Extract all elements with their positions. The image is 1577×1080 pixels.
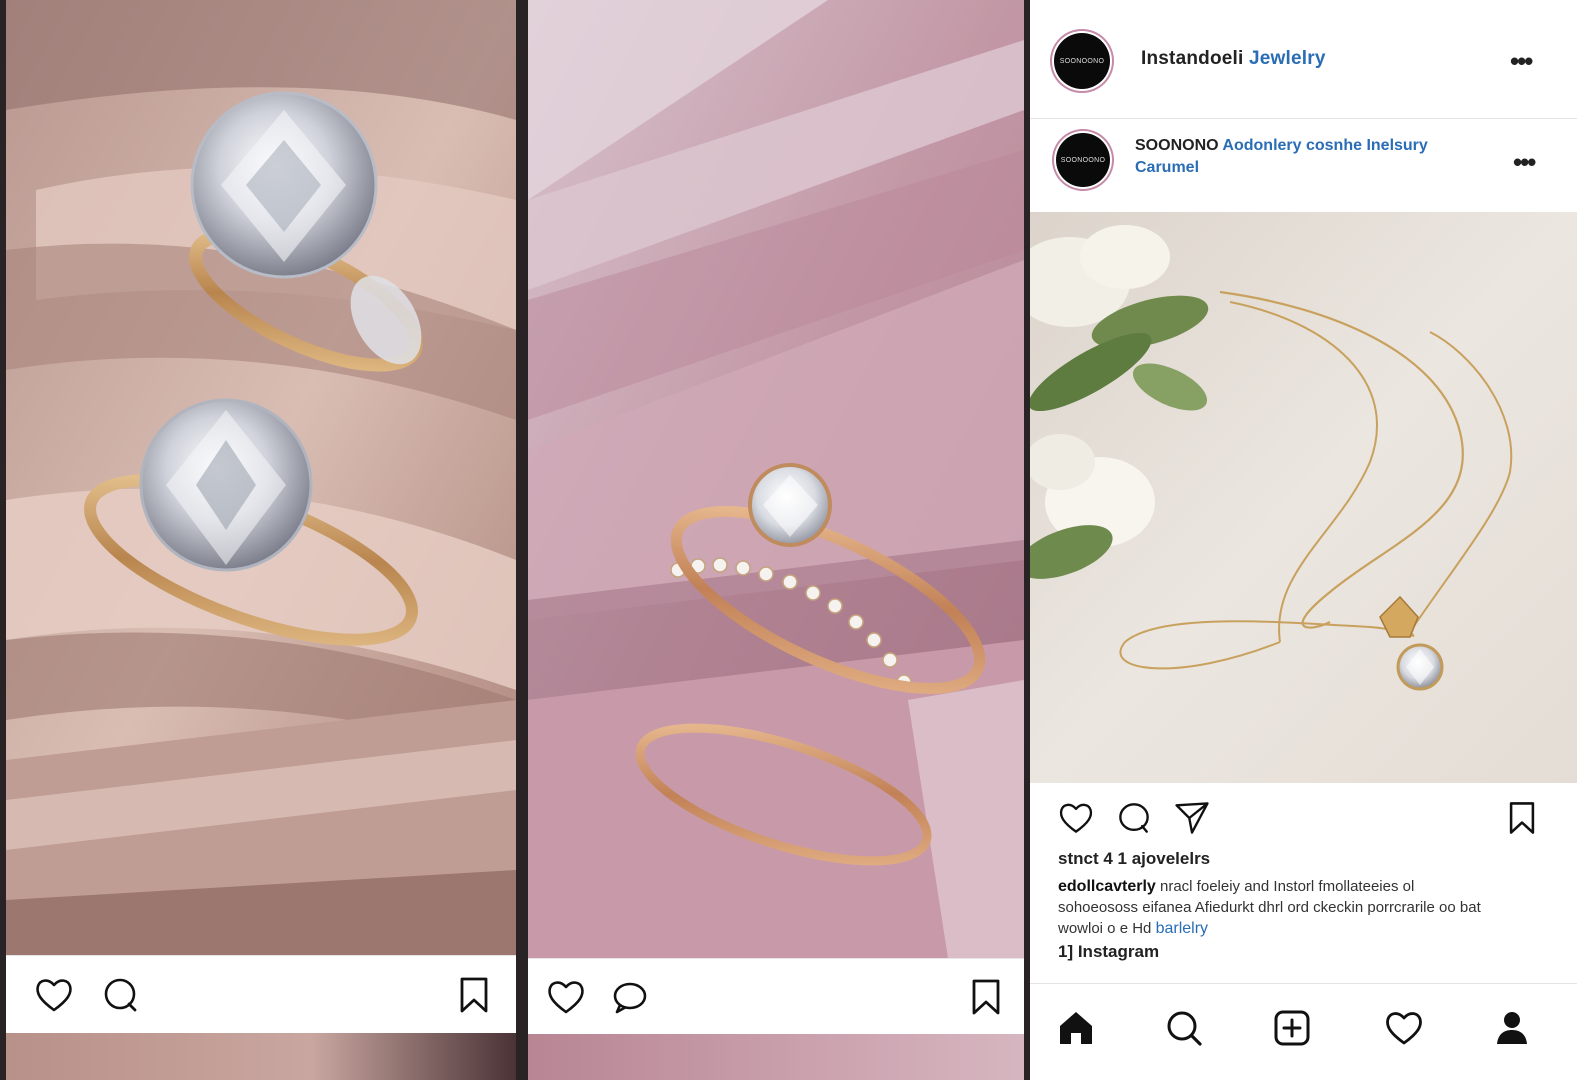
post-header: SOONOONO SOONONO Aodonlery cosnhe Inelsu… <box>1030 119 1577 211</box>
ring-photo-2[interactable] <box>528 0 1024 958</box>
next-post-preview <box>6 1033 516 1080</box>
bottom-nav <box>1030 983 1577 1080</box>
heart-icon[interactable] <box>1056 798 1096 838</box>
activity-icon[interactable] <box>1382 1006 1426 1050</box>
caption-line-3: wowloi o e Hd <box>1058 920 1152 937</box>
post-avatar[interactable]: SOONOONO <box>1056 133 1110 187</box>
post-actions <box>528 958 1024 1035</box>
next-post-preview <box>528 1034 1024 1080</box>
comment-icon[interactable] <box>98 973 142 1017</box>
post-actions <box>1030 790 1577 846</box>
post-timestamp: 1] Instagram <box>1058 942 1160 961</box>
caption-link[interactable]: barlelry <box>1156 920 1208 937</box>
profile-header: SOONOONO Instandoeli Jewlelry ••• <box>1030 0 1577 119</box>
bookmark-icon[interactable] <box>452 973 496 1017</box>
home-icon[interactable] <box>1054 1006 1098 1050</box>
necklace-photo[interactable] <box>1030 212 1577 783</box>
caption-username[interactable]: edollcavterly <box>1058 878 1156 895</box>
post-panel-1 <box>6 0 516 1080</box>
heart-icon[interactable] <box>544 975 588 1019</box>
post-location[interactable]: Carumel <box>1135 159 1199 176</box>
profile-icon[interactable] <box>1490 1006 1534 1050</box>
bookmark-icon[interactable] <box>964 975 1008 1019</box>
post-more-icon[interactable]: ••• <box>1513 149 1536 175</box>
new-post-icon[interactable] <box>1270 1006 1314 1050</box>
bookmark-icon[interactable] <box>1502 798 1542 838</box>
post-panel-3: SOONOONO Instandoeli Jewlelry ••• SOONOO… <box>1030 0 1577 1080</box>
caption-line-1: nracl foeleiy and Instorl fmollateeies o… <box>1160 878 1415 895</box>
post-caption: edollcavterly nracl foeleiy and Instorl … <box>1058 876 1558 939</box>
ring-photo-1[interactable] <box>6 0 516 955</box>
more-options-icon[interactable]: ••• <box>1510 48 1533 74</box>
share-icon[interactable] <box>1172 798 1212 838</box>
heart-icon[interactable] <box>32 973 76 1017</box>
caption-line-2: sohoeososs eifanea Afiedurkt dhrl ord ck… <box>1058 899 1481 916</box>
post-panel-2 <box>528 0 1024 1080</box>
avatar[interactable]: SOONOONO <box>1054 33 1110 89</box>
comment-icon[interactable] <box>1114 798 1154 838</box>
post-title-accent: Aodonlery cosnhe Inelsury <box>1222 137 1428 154</box>
account-name-accent: Jewlelry <box>1248 48 1326 69</box>
post-title-plain: SOONONO <box>1135 137 1219 154</box>
post-title[interactable]: SOONONO Aodonlery cosnhe Inelsury Carume… <box>1135 135 1495 179</box>
account-name-plain: Instandoeli <box>1141 48 1244 69</box>
search-icon[interactable] <box>1162 1006 1206 1050</box>
comment-icon[interactable] <box>608 975 652 1019</box>
post-actions <box>6 955 516 1034</box>
account-name[interactable]: Instandoeli Jewlelry <box>1141 48 1326 70</box>
likes-count[interactable]: stnct 4 1 ajovelelrs <box>1058 849 1210 869</box>
